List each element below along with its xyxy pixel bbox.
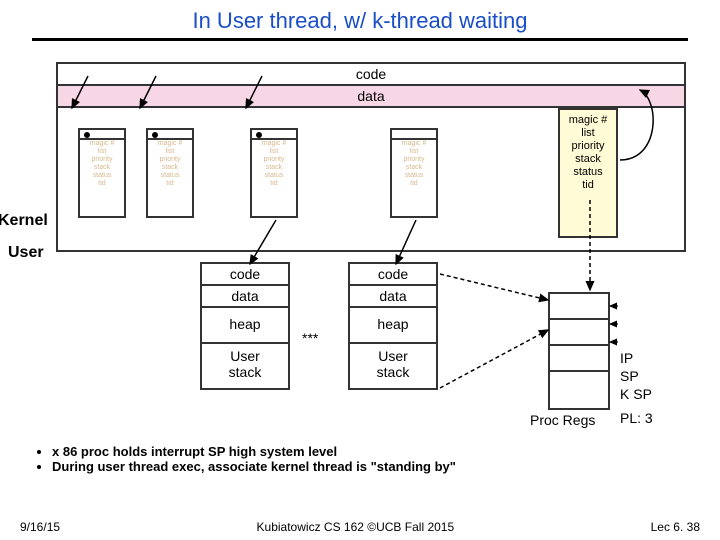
footer-page: Lec 6. 38 bbox=[651, 520, 700, 534]
footer-course: Kubiatowicz CS 162 ©UCB Fall 2015 bbox=[257, 520, 455, 534]
tcb-2: magic #listprioritystackstatustid bbox=[146, 128, 194, 218]
proc-a: code data heap User stack bbox=[200, 262, 290, 390]
proc-a-code: code bbox=[202, 264, 288, 286]
proc-b-data: data bbox=[350, 286, 436, 308]
diagram-stage: code data magic #listprioritystackstatus… bbox=[0, 52, 720, 540]
tcb-1: magic #listprioritystackstatustid bbox=[78, 128, 126, 218]
slide-title: In User thread, w/ k-thread waiting bbox=[0, 0, 720, 34]
reg-ksp: K SP bbox=[620, 386, 652, 402]
tcb-field-1: list bbox=[581, 127, 594, 139]
bullet-1: During user thread exec, associate kerne… bbox=[52, 459, 456, 474]
bullet-0: x 86 proc holds interrupt SP high system… bbox=[52, 444, 456, 459]
bullet-list: x 86 proc holds interrupt SP high system… bbox=[40, 444, 456, 474]
tcb-field-4: status bbox=[573, 166, 602, 178]
title-underline bbox=[32, 38, 688, 41]
kernel-data-label: data bbox=[58, 86, 684, 108]
proc-a-heap: heap bbox=[202, 308, 288, 344]
user-label: User bbox=[8, 244, 44, 262]
proc-b-heap: heap bbox=[350, 308, 436, 344]
tcb-4: magic #listprioritystackstatustid bbox=[390, 128, 438, 218]
reg-ip: IP bbox=[620, 350, 633, 366]
kernel-label: Kernel bbox=[0, 212, 48, 230]
proc-b: code data heap User stack bbox=[348, 262, 438, 390]
proc-a-stack: User stack bbox=[202, 344, 288, 388]
proc-a-data: data bbox=[202, 286, 288, 308]
tcb-field-5: tid bbox=[582, 179, 594, 191]
proc-b-code: code bbox=[350, 264, 436, 286]
tcb-field-3: stack bbox=[575, 153, 601, 165]
tcb-field-2: priority bbox=[571, 140, 604, 152]
footer: 9/16/15 Kubiatowicz CS 162 ©UCB Fall 201… bbox=[0, 520, 720, 534]
tcb-3: magic #listprioritystackstatustid bbox=[250, 128, 298, 218]
footer-date: 9/16/15 bbox=[20, 520, 60, 534]
reg-sp: SP bbox=[620, 368, 639, 384]
kernel-code-label: code bbox=[58, 64, 684, 86]
tcb-big: magic # list priority stack status tid bbox=[558, 108, 618, 238]
asterisks: *** bbox=[302, 330, 318, 346]
proc-regs bbox=[548, 292, 610, 410]
tcb-field-0: magic # bbox=[569, 114, 608, 126]
proc-regs-label: Proc Regs bbox=[530, 412, 595, 428]
reg-pl: PL: 3 bbox=[620, 410, 653, 426]
proc-b-stack: User stack bbox=[350, 344, 436, 388]
